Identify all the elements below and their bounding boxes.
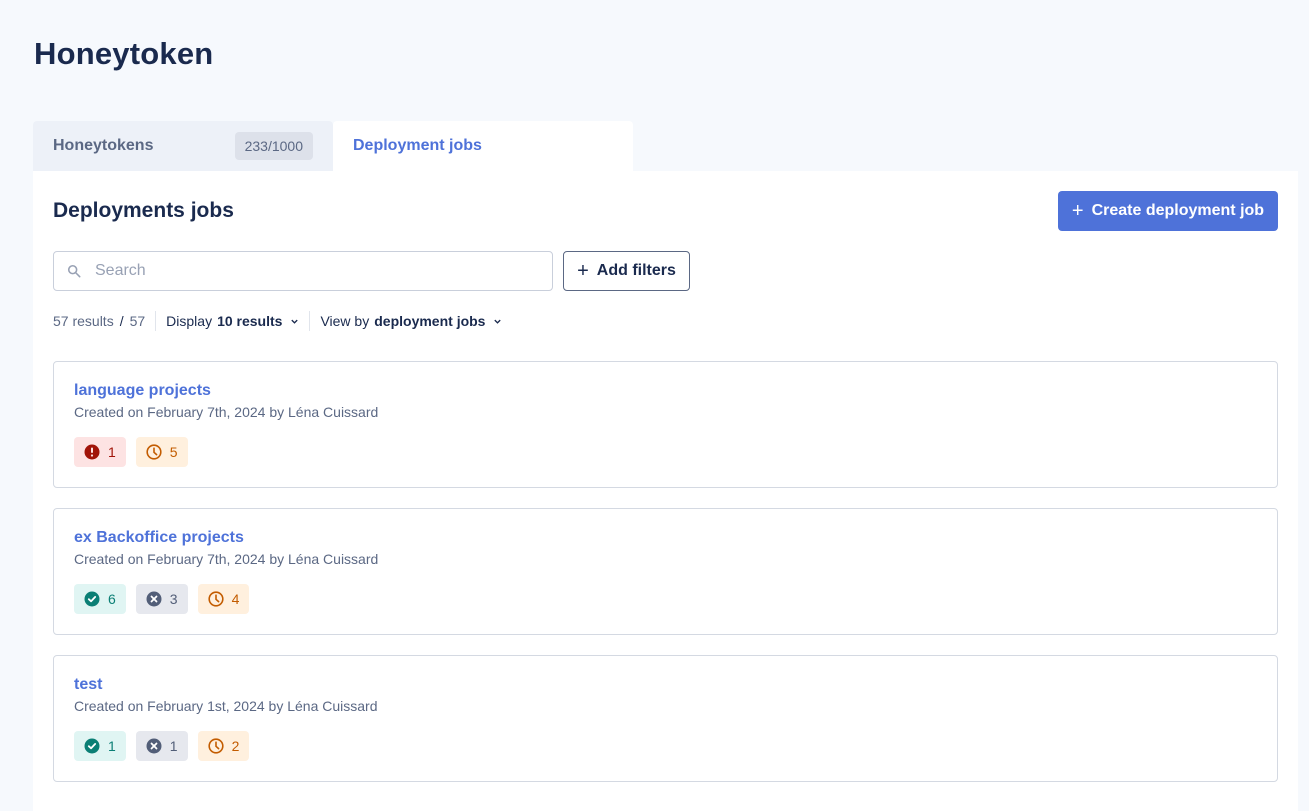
results-toolbar: 57 results / 57 Display 10 results View … (53, 311, 502, 331)
alert-circle-icon (84, 444, 100, 460)
job-created-info: Created on February 7th, 2024 by Léna Cu… (74, 404, 379, 420)
status-badge-error: 1 (74, 437, 126, 467)
view-by-dropdown[interactable]: View by deployment jobs (320, 313, 502, 329)
status-count: 1 (108, 738, 116, 754)
check-circle-icon (84, 738, 100, 754)
job-name-link[interactable]: test (74, 676, 102, 694)
clock-icon (207, 591, 224, 607)
clock-icon (207, 738, 224, 754)
tab-honeytokens[interactable]: Honeytokens 233/1000 (33, 121, 333, 171)
add-filters-label: Add filters (596, 262, 676, 279)
job-status-badges: 1 5 (74, 437, 188, 467)
job-card[interactable]: language projects Created on February 7t… (53, 361, 1278, 488)
display-count-dropdown[interactable]: Display 10 results (166, 313, 299, 329)
status-badge-failed: 3 (135, 584, 188, 614)
status-count: 3 (169, 591, 178, 607)
job-name-link[interactable]: language projects (74, 382, 211, 400)
search-input[interactable] (95, 262, 515, 280)
page-title: Honeytoken (34, 36, 214, 71)
x-circle-icon (146, 738, 162, 754)
section-title: Deployments jobs (53, 199, 234, 222)
status-count: 1 (108, 444, 116, 460)
search-field[interactable] (53, 251, 553, 291)
status-count: 6 (108, 591, 116, 607)
add-filters-button[interactable]: + Add filters (563, 251, 690, 291)
tab-deployment-jobs[interactable]: Deployment jobs (333, 121, 633, 171)
divider (309, 311, 311, 331)
clock-icon (146, 444, 162, 460)
view-by-value: deployment jobs (374, 313, 486, 329)
tab-bar: Honeytokens 233/1000 Deployment jobs (33, 121, 633, 171)
search-icon (67, 264, 81, 278)
job-name-link[interactable]: ex Backoffice projects (74, 529, 244, 547)
job-status-badges: 6 3 4 (74, 584, 250, 614)
check-circle-icon (84, 591, 100, 607)
results-count: 57 results (53, 313, 114, 329)
status-count: 4 (231, 591, 240, 607)
display-value: 10 results (217, 313, 283, 329)
view-by-label: View by (320, 313, 370, 329)
tab-label: Deployment jobs (353, 137, 482, 154)
status-badge-failed: 1 (135, 731, 188, 761)
status-badge-pending: 5 (135, 437, 188, 467)
job-created-info: Created on February 7th, 2024 by Léna Cu… (74, 551, 379, 567)
status-count: 2 (231, 738, 240, 754)
tab-label: Honeytokens (53, 137, 154, 154)
plus-icon: + (577, 260, 589, 282)
deployment-jobs-panel: Deployments jobs + Create deployment job… (33, 171, 1298, 811)
status-badge-pending: 4 (197, 584, 250, 614)
tab-count-badge: 233/1000 (234, 132, 313, 160)
status-count: 5 (169, 444, 178, 460)
plus-icon: + (1071, 200, 1084, 222)
status-count: 1 (169, 738, 178, 754)
job-created-info: Created on February 1st, 2024 by Léna Cu… (74, 698, 378, 714)
job-card[interactable]: ex Backoffice projects Created on Februa… (53, 508, 1278, 635)
chevron-down-icon (291, 319, 299, 324)
create-deployment-job-button[interactable]: + Create deployment job (1058, 191, 1278, 231)
display-label: Display (166, 313, 213, 329)
results-total: 57 (129, 313, 146, 329)
status-badge-success: 1 (74, 731, 126, 761)
results-separator: / (119, 313, 124, 329)
status-badge-pending: 2 (197, 731, 250, 761)
job-status-badges: 1 1 2 (74, 731, 250, 761)
status-badge-success: 6 (74, 584, 126, 614)
chevron-down-icon (494, 319, 502, 324)
x-circle-icon (146, 591, 162, 607)
create-button-label: Create deployment job (1091, 202, 1265, 219)
job-card[interactable]: test Created on February 1st, 2024 by Lé… (53, 655, 1278, 782)
divider (155, 311, 157, 331)
